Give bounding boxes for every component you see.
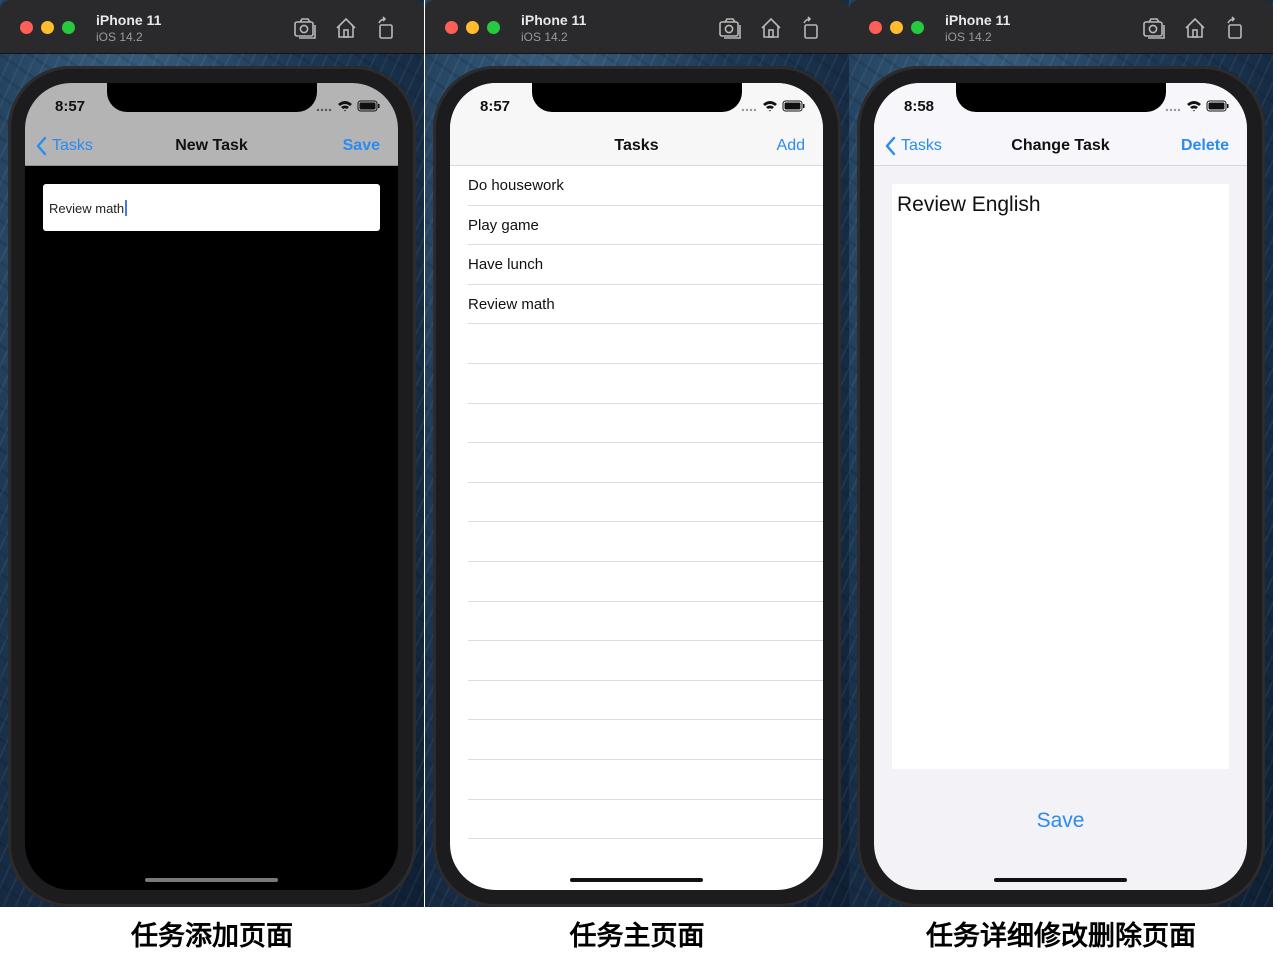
empty-row xyxy=(468,602,823,642)
iphone-frame: 8:57 Tasks New Task Save Review math xyxy=(8,66,416,907)
text-cursor xyxy=(125,200,128,216)
close-window-button[interactable] xyxy=(445,21,458,34)
simulator-titlebar: iPhone 11 iOS 14.2 xyxy=(849,0,1273,54)
home-icon[interactable] xyxy=(1183,16,1207,40)
status-time: 8:58 xyxy=(904,98,935,115)
nav-title: Tasks xyxy=(614,137,659,154)
task-name-input[interactable]: Review math xyxy=(43,184,380,231)
zoom-window-button[interactable] xyxy=(911,21,924,34)
close-window-button[interactable] xyxy=(20,21,33,34)
home-icon[interactable] xyxy=(759,16,783,40)
simulator-titlebar: iPhone 11 iOS 14.2 xyxy=(0,0,424,54)
empty-row xyxy=(468,522,823,562)
screenshot-icon[interactable] xyxy=(1142,16,1166,40)
status-time: 8:57 xyxy=(480,98,511,115)
task-row[interactable]: Play game xyxy=(468,206,823,246)
save-button[interactable]: Save xyxy=(343,137,380,155)
home-indicator[interactable] xyxy=(145,878,278,882)
simulator-titlebar: iPhone 11 iOS 14.2 xyxy=(425,0,849,54)
home-indicator[interactable] xyxy=(994,878,1127,882)
minimize-window-button[interactable] xyxy=(41,21,54,34)
iphone-screen: 8:57 Tasks Add Do housework Play game Ha… xyxy=(450,83,823,890)
add-button[interactable]: Add xyxy=(777,137,805,155)
empty-row xyxy=(468,404,823,444)
device-os-version: iOS 14.2 xyxy=(96,30,143,44)
notch xyxy=(956,83,1166,112)
device-name: iPhone 11 xyxy=(521,12,587,28)
notch xyxy=(107,83,317,112)
empty-row xyxy=(468,443,823,483)
minimize-window-button[interactable] xyxy=(466,21,479,34)
minimize-window-button[interactable] xyxy=(890,21,903,34)
status-time: 8:57 xyxy=(55,98,86,115)
iphone-frame: 8:57 Tasks Add Do housework Play game Ha… xyxy=(433,66,841,907)
rotate-icon[interactable] xyxy=(374,16,398,40)
caption-change-task: 任务详细修改删除页面 xyxy=(926,921,1196,952)
task-name-input-value: Review math xyxy=(49,201,125,216)
delete-button[interactable]: Delete xyxy=(1181,137,1229,155)
iphone-screen: 8:57 Tasks New Task Save Review math xyxy=(25,83,398,890)
task-text-view[interactable]: Review English xyxy=(892,184,1229,769)
task-row[interactable]: Review math xyxy=(468,285,823,325)
home-icon[interactable] xyxy=(334,16,358,40)
save-button[interactable]: Save xyxy=(874,809,1247,833)
status-bar-icons xyxy=(316,100,380,112)
iphone-frame: 8:58 Tasks Change Task Delete Review Eng… xyxy=(857,66,1265,907)
empty-row xyxy=(468,681,823,721)
zoom-window-button[interactable] xyxy=(487,21,500,34)
empty-row xyxy=(468,324,823,364)
task-list: Do housework Play game Have lunch Review… xyxy=(450,166,823,840)
screenshot-icon[interactable] xyxy=(718,16,742,40)
status-bar-icons xyxy=(1165,100,1229,112)
empty-row xyxy=(468,800,823,840)
empty-row xyxy=(468,641,823,681)
simulator-window-new-task: iPhone 11 iOS 14.2 8:57 Tasks New Task S… xyxy=(0,0,424,907)
simulator-window-tasks: iPhone 11 iOS 14.2 8:57 Tasks Add Do hou… xyxy=(425,0,849,907)
task-row[interactable]: Do housework xyxy=(468,166,823,206)
task-row[interactable]: Have lunch xyxy=(468,245,823,285)
device-os-version: iOS 14.2 xyxy=(521,30,568,44)
iphone-screen: 8:58 Tasks Change Task Delete Review Eng… xyxy=(874,83,1247,890)
stage: iPhone 11 iOS 14.2 8:57 Tasks New Task S… xyxy=(0,0,1277,952)
simulator-window-change-task: iPhone 11 iOS 14.2 8:58 Tasks Change Tas… xyxy=(849,0,1273,907)
device-name: iPhone 11 xyxy=(96,12,162,28)
screenshot-icon[interactable] xyxy=(293,16,317,40)
zoom-window-button[interactable] xyxy=(62,21,75,34)
rotate-icon[interactable] xyxy=(1223,16,1247,40)
device-os-version: iOS 14.2 xyxy=(945,30,992,44)
close-window-button[interactable] xyxy=(869,21,882,34)
caption-new-task: 任务添加页面 xyxy=(131,921,293,952)
status-bar-icons xyxy=(741,100,805,112)
empty-row xyxy=(468,760,823,800)
empty-row xyxy=(468,562,823,602)
rotate-icon[interactable] xyxy=(799,16,823,40)
empty-row xyxy=(468,720,823,760)
empty-row xyxy=(468,364,823,404)
notch xyxy=(532,83,742,112)
caption-tasks: 任务主页面 xyxy=(569,921,705,952)
device-name: iPhone 11 xyxy=(945,12,1011,28)
home-indicator[interactable] xyxy=(570,878,703,882)
empty-row xyxy=(468,483,823,523)
